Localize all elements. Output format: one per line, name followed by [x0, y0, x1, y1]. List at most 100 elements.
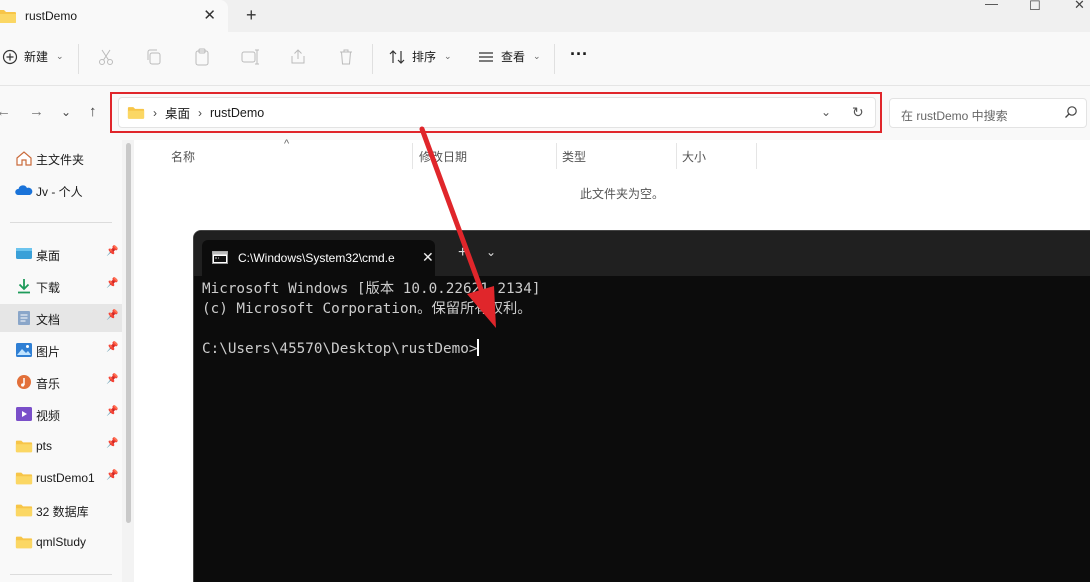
sidebar-item-label: qmlStudy: [36, 535, 87, 549]
desktop-icon: [16, 248, 32, 259]
terminal-tab[interactable]: C:\Windows\System32\cmd.e ✕: [202, 240, 435, 276]
document-icon: [18, 311, 30, 325]
download-icon: [18, 279, 30, 294]
sidebar-item-documents[interactable]: 文档 📌: [0, 304, 122, 332]
sidebar-item-label: 视频: [36, 409, 61, 423]
folder-icon: [15, 504, 33, 517]
video-icon: [16, 407, 32, 421]
close-tab-icon[interactable]: ✕: [203, 6, 216, 24]
sidebar-item-label: rustDemo1: [36, 471, 95, 485]
share-icon[interactable]: [288, 47, 308, 67]
sidebar-item-pictures[interactable]: 图片 📌: [0, 336, 122, 364]
sidebar-item-desktop[interactable]: 桌面 📌: [0, 240, 122, 268]
terminal-tab-bar: C:\Windows\System32\cmd.e ✕ + ⌄: [194, 231, 1090, 276]
folder-icon: [0, 10, 16, 23]
pin-icon: 📌: [106, 310, 119, 321]
view-button[interactable]: 查看 ⌄: [477, 48, 541, 65]
navigation-bar: ← → ⌄ ↑ › 桌面 › rustDemo ⌄ ↻ 在 rustDemo 中…: [0, 86, 1090, 140]
sidebar-item-label: Jv - 个人: [36, 185, 83, 199]
cut-icon[interactable]: [96, 47, 116, 67]
terminal-output[interactable]: Microsoft Windows [版本 10.0.22621.2134] (c…: [202, 279, 540, 359]
pin-icon: 📌: [106, 342, 119, 353]
copy-icon[interactable]: [144, 47, 164, 67]
pin-icon: 📌: [106, 374, 119, 385]
empty-folder-message: 此文件夹为空。: [580, 187, 665, 201]
sidebar-item-label: 32 数据库: [36, 505, 89, 519]
search-box[interactable]: 在 rustDemo 中搜索: [889, 98, 1087, 128]
sort-label: 排序: [412, 50, 437, 64]
sidebar-item-home[interactable]: 主文件夹: [0, 144, 122, 172]
new-tab-button[interactable]: +: [246, 5, 257, 26]
back-arrow-icon[interactable]: ←: [0, 103, 11, 120]
address-highlight-box: [110, 92, 882, 133]
sidebar-item-onedrive[interactable]: Jv - 个人: [0, 176, 122, 204]
recent-locations-chevron-icon[interactable]: ⌄: [61, 105, 71, 119]
pin-icon: 📌: [106, 438, 119, 449]
column-header-type[interactable]: 类型: [562, 148, 586, 165]
sidebar-item-label: 主文件夹: [36, 153, 85, 167]
chevron-down-icon: ⌄: [444, 51, 452, 61]
chevron-down-icon: ⌄: [56, 51, 64, 61]
sidebar-item-32-database[interactable]: 32 数据库: [0, 496, 122, 524]
onedrive-cloud-icon: [15, 185, 33, 195]
text-cursor: [477, 339, 480, 356]
sidebar-item-rustdemo1[interactable]: rustDemo1 📌: [0, 464, 122, 492]
sidebar-item-label: pts: [36, 439, 53, 453]
cmd-window[interactable]: C:\Windows\System32\cmd.e ✕ + ⌄ Microsof…: [193, 230, 1090, 582]
close-tab-icon[interactable]: ✕: [422, 249, 434, 266]
column-divider[interactable]: [412, 143, 413, 169]
command-bar: 新建 ⌄ 排序 ⌄ 查看 ⌄ ···: [0, 32, 1090, 86]
divider: [554, 44, 555, 74]
sidebar-item-music[interactable]: 音乐 📌: [0, 368, 122, 396]
sidebar-item-videos[interactable]: 视频 📌: [0, 400, 122, 428]
sidebar-item-qmlstudy[interactable]: qmlStudy: [0, 528, 122, 556]
home-icon: [16, 151, 32, 166]
music-icon: [17, 375, 31, 389]
explorer-tab[interactable]: rustDemo ✕: [0, 0, 228, 32]
minimize-icon[interactable]: —: [985, 0, 998, 11]
terminal-line: (c) Microsoft Corporation。保留所有权利。: [202, 301, 532, 317]
new-terminal-tab-icon[interactable]: +: [458, 244, 467, 262]
pin-icon: 📌: [106, 278, 119, 289]
pin-icon: 📌: [106, 470, 119, 481]
column-header-size[interactable]: 大小: [682, 148, 706, 165]
paste-icon[interactable]: [192, 47, 212, 67]
more-options-button[interactable]: ···: [570, 44, 588, 65]
column-header-date-modified[interactable]: 修改日期: [419, 148, 467, 165]
close-window-icon[interactable]: ✕: [1074, 0, 1085, 12]
sidebar-item-label: 图片: [36, 345, 61, 359]
divider: [372, 44, 373, 74]
sidebar-divider: [10, 574, 112, 575]
folder-icon: [15, 536, 33, 549]
chevron-down-icon: ⌄: [533, 51, 541, 61]
pin-icon: 📌: [106, 246, 119, 257]
forward-arrow-icon[interactable]: →: [29, 103, 44, 120]
new-label: 新建: [24, 50, 49, 64]
sidebar-scrollbar[interactable]: [126, 143, 131, 523]
up-arrow-icon[interactable]: ↑: [89, 103, 97, 120]
terminal-prompt: C:\Users\45570\Desktop\rustDemo>: [202, 341, 478, 357]
sort-icon: [389, 49, 405, 64]
column-divider[interactable]: [556, 143, 557, 169]
sidebar-item-label: 下载: [36, 281, 61, 295]
terminal-line: Microsoft Windows [版本 10.0.22621.2134]: [202, 281, 541, 297]
search-icon: [1065, 106, 1077, 118]
sort-button[interactable]: 排序 ⌄: [388, 48, 452, 65]
column-divider[interactable]: [676, 143, 677, 169]
chevron-down-icon[interactable]: ⌄: [486, 245, 496, 259]
view-label: 查看: [501, 50, 526, 64]
column-header-name[interactable]: 名称: [171, 148, 195, 165]
rename-icon[interactable]: [240, 47, 260, 67]
sidebar-divider: [10, 222, 112, 223]
new-button[interactable]: 新建 ⌄: [2, 48, 64, 65]
search-placeholder: 在 rustDemo 中搜索: [901, 109, 1008, 123]
plus-circle-icon: [2, 49, 18, 64]
divider: [78, 44, 79, 74]
sidebar-item-downloads[interactable]: 下载 📌: [0, 272, 122, 300]
terminal-prompt-line: C:\Users\45570\Desktop\rustDemo>: [202, 339, 540, 359]
column-divider[interactable]: [756, 143, 757, 169]
delete-icon[interactable]: [336, 47, 356, 67]
sidebar-item-pts[interactable]: pts 📌: [0, 432, 122, 460]
maximize-icon[interactable]: ☐: [1029, 0, 1041, 13]
